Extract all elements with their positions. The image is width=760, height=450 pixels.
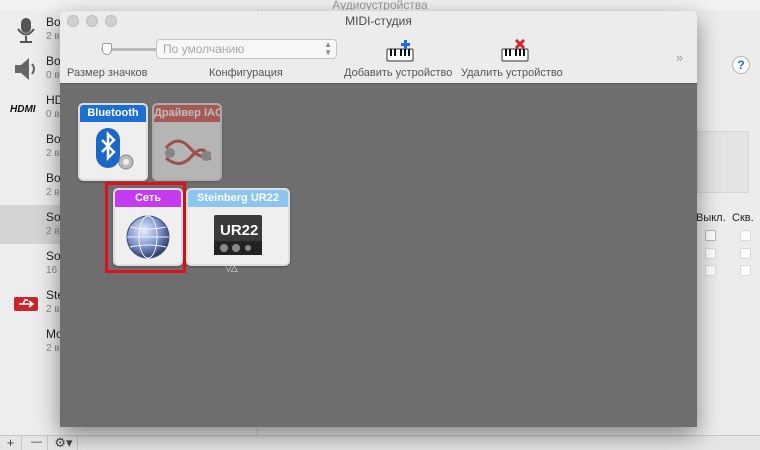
device-card-title: Steinberg UR22 [188,190,288,207]
detail-panel [697,131,749,193]
gear-menu-button[interactable]: ⚙▾ [50,436,78,450]
through-checkbox[interactable] [740,230,751,241]
mute-checkbox[interactable] [705,248,716,259]
device-name: Bo [46,132,61,146]
device-channels: 2 в [46,31,60,42]
device-card-title: Bluetooth [80,105,146,122]
device-name: Bo [46,54,61,68]
device-channels: 2 в [46,304,60,315]
add-device-icon[interactable] [386,39,414,63]
midi-device-bluetooth[interactable]: Bluetooth [78,103,148,181]
svg-text:HDMI: HDMI [10,104,36,115]
add-device-button[interactable]: + [0,436,22,450]
usb-icon [14,297,38,311]
chevron-up-down-icon: ▲ ▼ [324,40,332,57]
device-card-title: Драйвер IAC [154,105,220,122]
close-button[interactable] [67,15,79,27]
configuration-value: По умолчанию [163,42,245,56]
device-name: Bo [46,15,61,29]
device-card-title: Сеть [115,190,181,207]
icon-size-slider-knob[interactable] [102,43,112,55]
hdmi-icon: HDMI [10,104,36,115]
midi-studio-window: MIDI-студия Размер значков По умолчанию … [60,11,697,427]
device-channels: 0 в [46,70,60,81]
midi-ports-icon: ▽△ [225,263,238,273]
bottom-bar: + — ⚙▾ [0,435,760,450]
midi-toolbar: Размер значков По умолчанию ▲ ▼ Конфигура… [60,31,697,83]
configuration-label: Конфигурация [209,67,283,79]
through-checkbox[interactable] [740,248,751,259]
midi-window-title: MIDI-студия [345,14,412,28]
device-channels: 2 в [46,343,60,354]
mute-checkbox[interactable] [705,230,716,241]
midi-device-canvas: Bluetooth Драйвер IAC Сеть Steinberg UR2… [60,83,697,427]
remove-device-icon[interactable] [501,39,529,63]
bluetooth-icon [96,128,134,170]
device-name: So [46,210,61,224]
configuration-select[interactable]: По умолчанию ▲ ▼ [156,39,337,59]
speaker-icon [15,58,35,80]
network-globe-icon [126,215,170,259]
device-name: So [46,249,61,263]
device-channels: 16 [46,265,58,276]
remove-device-button[interactable]: — [26,436,48,450]
audio-interface-icon: UR22 [214,215,262,255]
mute-checkbox[interactable] [705,265,716,276]
midi-device-iac-driver[interactable]: Драйвер IAC [152,103,222,181]
toolbar-overflow-button[interactable]: » [676,50,683,65]
remove-device-label: Удалить устройство [461,67,563,79]
add-device-label: Добавить устройство [344,67,453,79]
audio-devices-title: Аудиоустройства [332,0,428,10]
device-channels: 0 в [46,109,60,120]
minimize-button[interactable] [86,15,98,27]
mute-column-header: Выкл. [696,212,726,224]
device-channels: 2 в [46,226,60,237]
device-badge: UR22 [220,222,258,239]
iac-driver-icon [164,139,212,165]
through-checkbox[interactable] [740,265,751,276]
midi-device-steinberg-ur22[interactable]: Steinberg UR22 UR22 [186,188,290,266]
device-channels: 2 в [46,187,60,198]
device-name: Bo [46,171,61,185]
zoom-button[interactable] [105,15,117,27]
icon-size-label: Размер значков [67,67,148,79]
device-channels: 2 в [46,148,60,159]
microphone-icon [17,18,35,43]
help-button[interactable]: ? [732,56,750,74]
through-column-header: Скв. [732,212,754,224]
midi-device-network[interactable]: Сеть [113,188,183,266]
